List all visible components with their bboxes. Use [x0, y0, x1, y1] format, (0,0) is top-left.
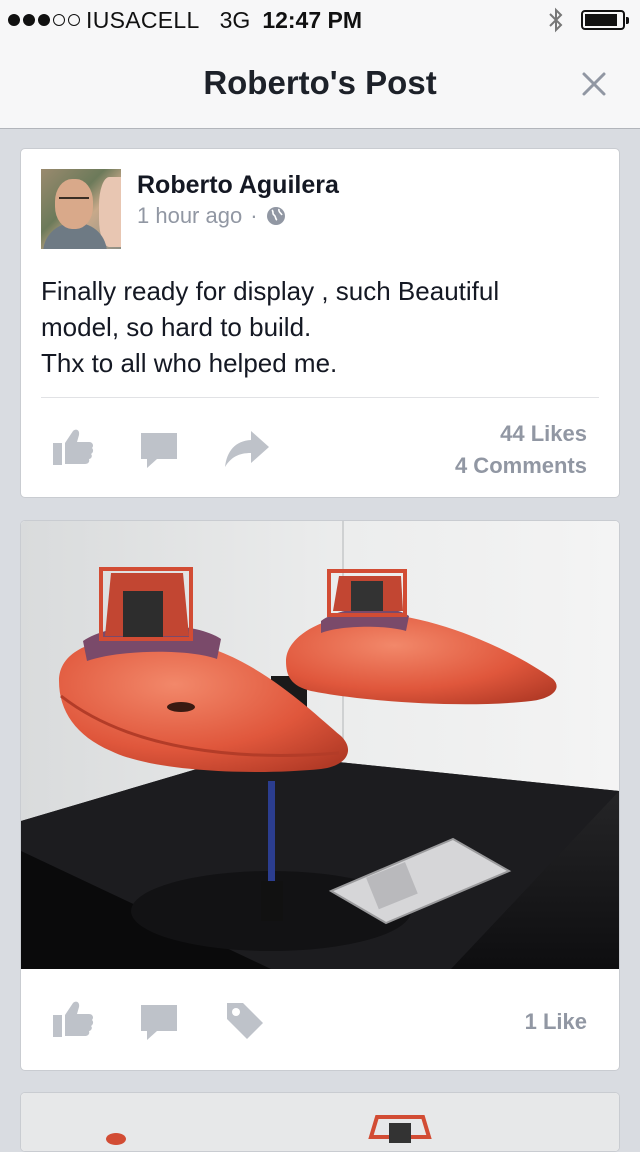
signal-dot: [68, 14, 80, 26]
carrier-name: IUSACELL: [86, 6, 200, 33]
status-bar: IUSACELL 3G 12:47 PM: [0, 0, 640, 40]
divider: [41, 397, 599, 398]
post-text-line: model, so hard to build.: [41, 312, 312, 342]
next-photo-image: [21, 1093, 619, 1151]
page-title: Roberto's Post: [203, 64, 437, 101]
post-text-line: Finally ready for display , such Beautif…: [41, 276, 500, 306]
likes-count[interactable]: 44 Likes: [500, 421, 587, 447]
signal-dot: [8, 14, 20, 26]
post-text: Finally ready for display , such Beautif…: [41, 273, 601, 381]
signal-dot: [23, 14, 35, 26]
avatar[interactable]: [41, 169, 121, 249]
network-type: 3G: [219, 6, 251, 33]
tag-icon[interactable]: [223, 999, 267, 1043]
model-photo-image: [21, 521, 619, 969]
globe-icon: [266, 207, 285, 225]
battery-icon: [581, 10, 629, 30]
post-text-line: Thx to all who helped me.: [41, 348, 338, 378]
avatar-glasses: [59, 197, 89, 205]
battery-fill: [585, 14, 618, 26]
comment-icon[interactable]: [139, 431, 179, 469]
post-timestamp[interactable]: 1 hour ago: [137, 203, 242, 229]
comments-count[interactable]: 4 Comments: [455, 453, 587, 479]
photo-likes-count[interactable]: 1 Like: [525, 1009, 587, 1035]
post-photo[interactable]: [21, 521, 619, 969]
post-meta: 1 hour ago ·: [137, 203, 286, 229]
status-time: 12:47 PM: [262, 6, 363, 33]
like-icon[interactable]: [51, 427, 95, 467]
share-icon[interactable]: [223, 429, 271, 469]
nav-bar: Roberto's Post: [0, 40, 640, 129]
like-icon[interactable]: [51, 999, 95, 1039]
signal-dot: [38, 14, 50, 26]
signal-strength-icon: [8, 14, 80, 26]
close-icon[interactable]: [574, 64, 614, 104]
meta-separator: ·: [250, 203, 258, 228]
signal-dot: [53, 14, 65, 26]
next-photo-card[interactable]: [20, 1092, 620, 1152]
bluetooth-icon: [549, 7, 563, 33]
author-name[interactable]: Roberto Aguilera: [137, 171, 339, 200]
comment-icon[interactable]: [139, 1003, 179, 1041]
photo-card: 1 Like: [20, 520, 620, 1071]
post-card: Roberto Aguilera 1 hour ago · Finally re…: [20, 148, 620, 498]
